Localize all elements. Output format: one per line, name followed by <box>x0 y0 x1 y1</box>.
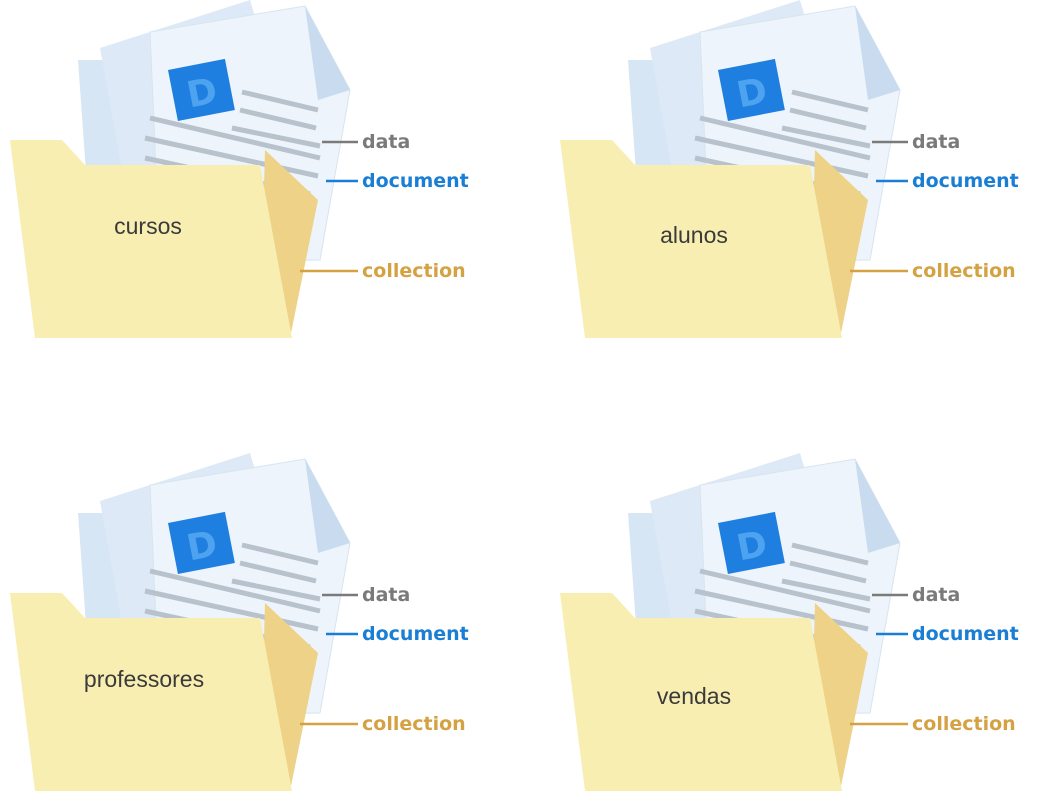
folder-name: professores <box>83 666 205 692</box>
label-document: document <box>362 170 469 192</box>
folder-name: alunos <box>660 222 728 248</box>
folder-diagram-professores: D professores data document collection <box>0 453 500 803</box>
folder-name: cursos <box>114 213 182 239</box>
doc-icon: D <box>168 511 235 575</box>
doc-icon: D <box>168 58 235 122</box>
label-collection: collection <box>362 260 466 282</box>
folder-name: vendas <box>656 683 732 709</box>
folder-diagram-cursos: D cursos data document collection <box>0 0 500 350</box>
doc-icon: D <box>718 58 785 122</box>
label-document: document <box>912 170 1019 192</box>
label-data: data <box>912 131 961 153</box>
label-data: data <box>362 131 411 153</box>
label-data: data <box>912 584 961 606</box>
folder-diagram-alunos: D alunos data document collection <box>550 0 1037 350</box>
label-collection: collection <box>362 713 466 735</box>
label-document: document <box>362 623 469 645</box>
label-collection: collection <box>912 713 1016 735</box>
folder-diagram-vendas: D vendas data document collection <box>550 453 1037 803</box>
label-collection: collection <box>912 260 1016 282</box>
label-data: data <box>362 584 411 606</box>
doc-icon: D <box>718 511 785 575</box>
label-document: document <box>912 623 1019 645</box>
